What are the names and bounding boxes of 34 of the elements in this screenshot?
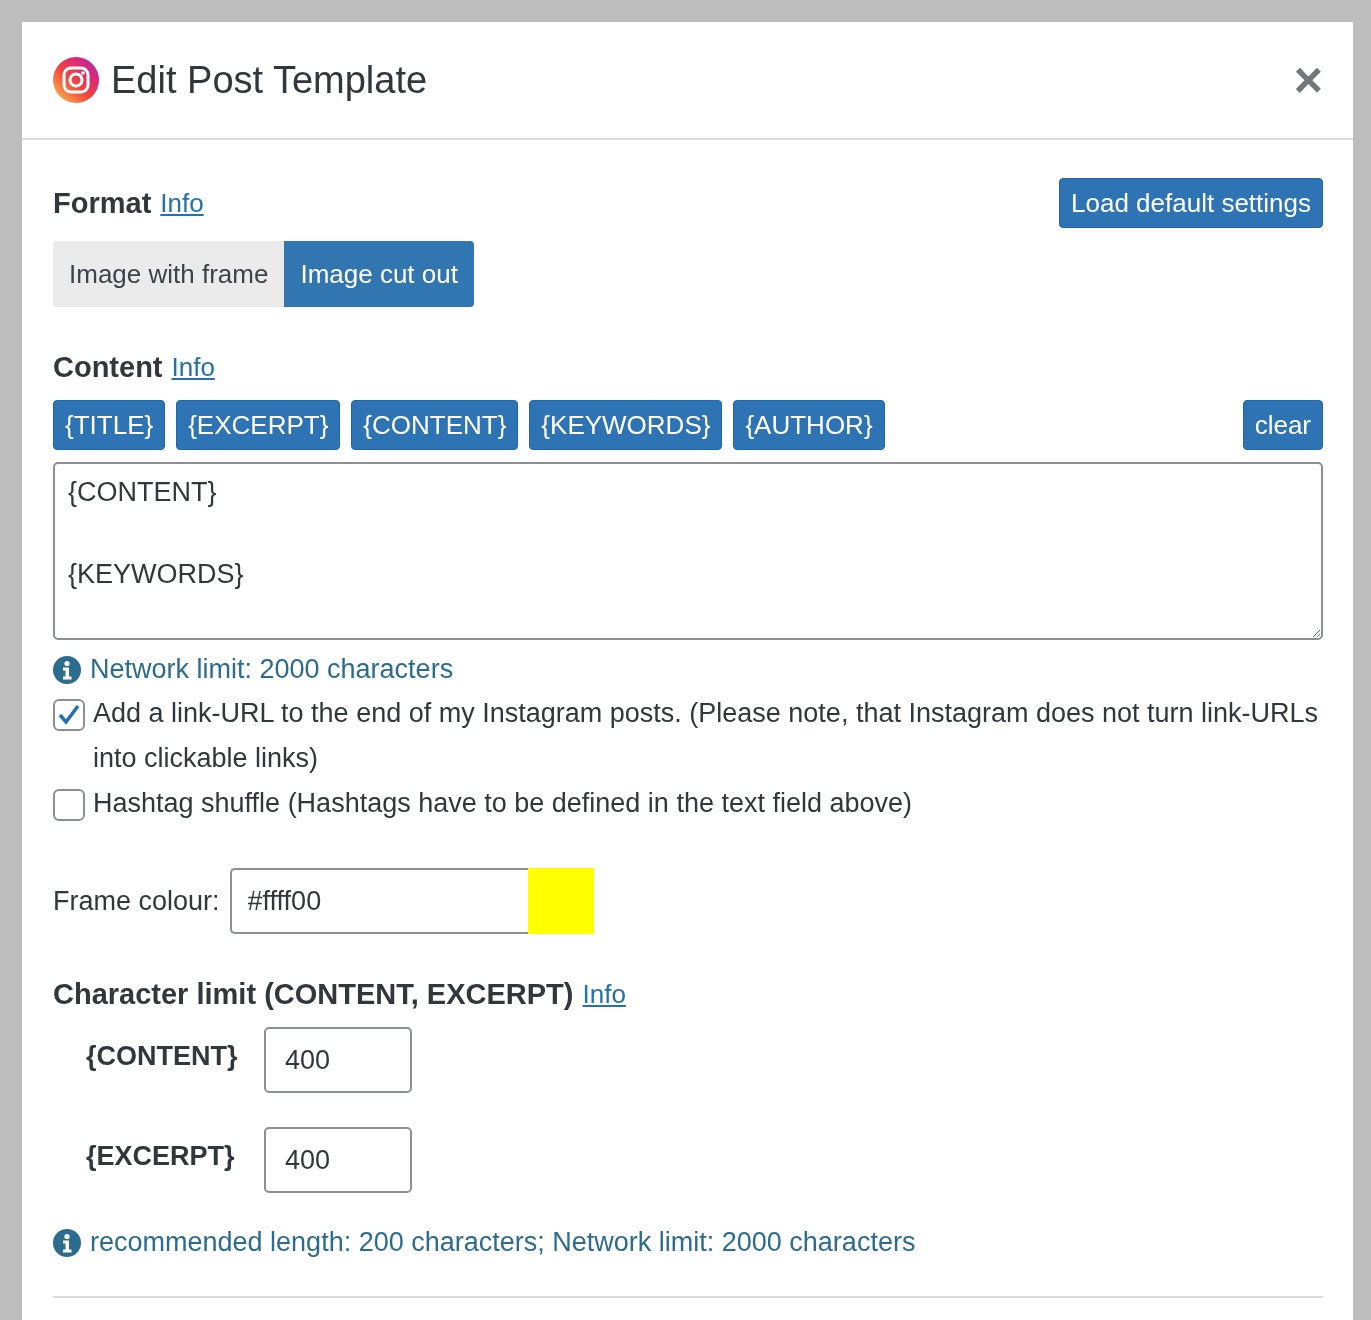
placeholder-tag-button[interactable]: {KEYWORDS} — [529, 400, 723, 450]
limit-field[interactable]: 400 — [264, 1027, 412, 1093]
checkbox[interactable] — [53, 699, 85, 731]
close-button[interactable]: × — [1293, 55, 1323, 105]
checkbox-label: Hashtag shuffle (Hashtags have to be defined in the text field above) — [93, 787, 913, 820]
placeholder-tag-button[interactable]: {AUTHOR} — [733, 400, 885, 450]
note-text: recommended length: 200 characters; Network limit: 2000 characters — [90, 1227, 916, 1258]
camera-icon — [53, 57, 99, 103]
colour-swatch[interactable] — [527, 868, 594, 934]
info-link[interactable]: Info — [171, 352, 215, 383]
colour-field[interactable]: #ffff00 — [229, 868, 528, 934]
content-textarea[interactable]: {CONTENT} {KEYWORDS} — [53, 462, 1323, 640]
placeholder-tag-button[interactable]: {CONTENT} — [351, 400, 519, 450]
placeholder-tag-button[interactable]: {EXCERPT} — [176, 400, 341, 450]
placeholder-tag-button[interactable]: {TITLE} — [53, 400, 166, 450]
section-heading: Format — [53, 186, 152, 220]
dialog-title: Edit Post Template — [111, 58, 429, 102]
clear-button[interactable]: clear — [1242, 400, 1323, 450]
field-label: {EXCERPT} — [86, 1140, 236, 1172]
format-option[interactable]: Image with frame — [53, 241, 285, 307]
checkbox[interactable] — [53, 789, 85, 821]
format-option[interactable]: Image cut out — [284, 241, 474, 307]
note-text: Network limit: 2000 characters — [90, 654, 454, 685]
load-default-button[interactable]: Load default settings — [1059, 178, 1323, 228]
info-link[interactable]: Info — [160, 187, 204, 219]
limit-field[interactable]: 400 — [264, 1127, 412, 1193]
section-heading: Character limit (CONTENT, EXCERPT) — [53, 978, 574, 1011]
info-icon — [53, 655, 81, 684]
checkbox-label: Add a link-URL to the end of my Instagram posts. (Please note, that Instagram does not turn link-URLs into clickable links) — [93, 697, 1320, 775]
field-label: {CONTENT} — [86, 1040, 239, 1072]
section-heading: Content — [53, 351, 163, 384]
field-label: Frame colour: — [53, 885, 220, 917]
info-link[interactable]: Info — [582, 979, 626, 1010]
info-icon — [53, 1228, 81, 1257]
